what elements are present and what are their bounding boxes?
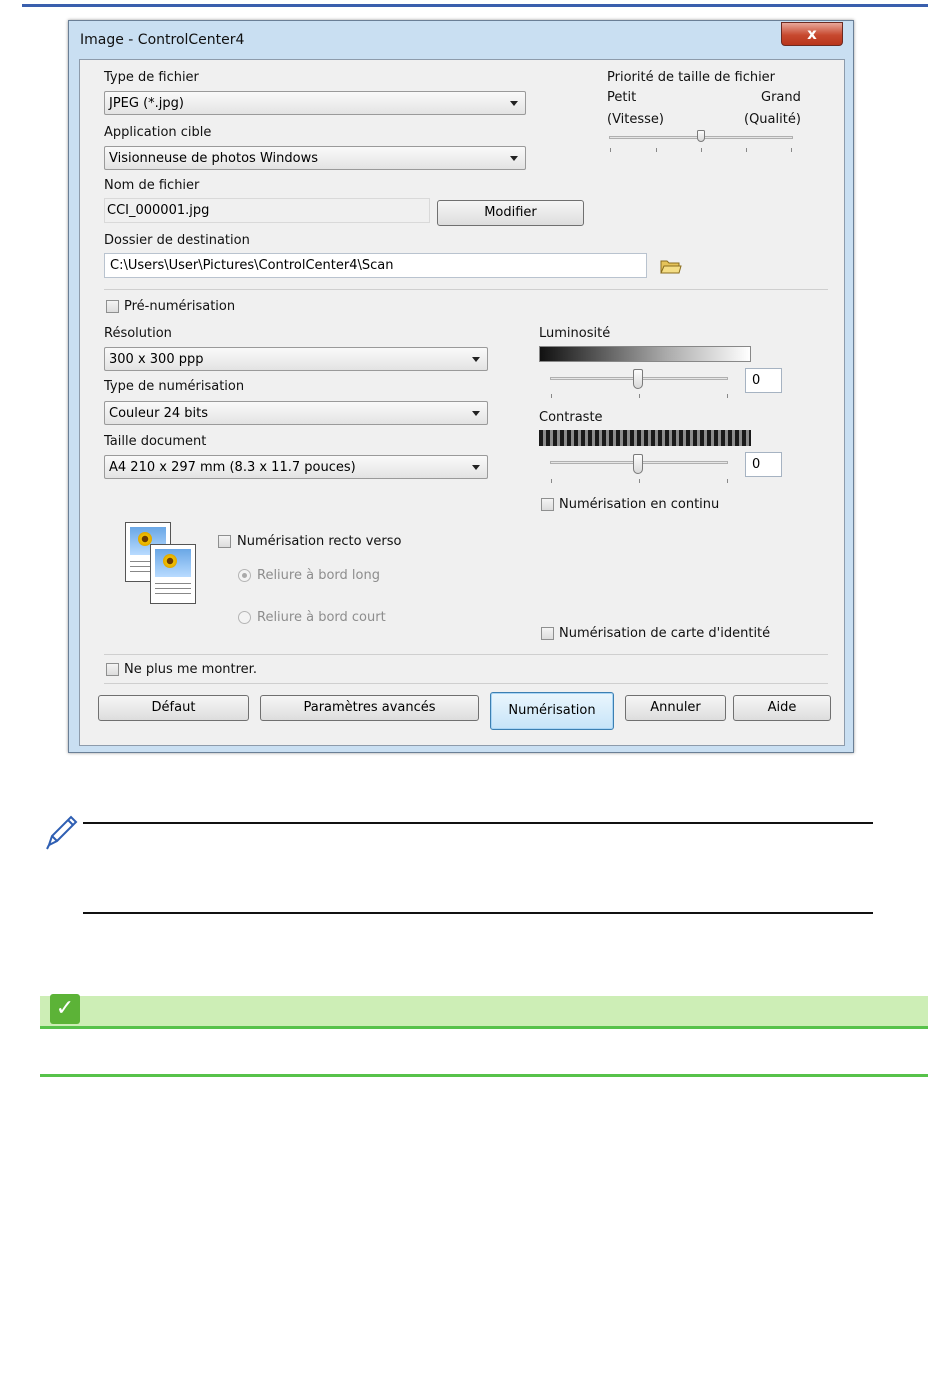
size-priority-label: Priorité de taille de fichier bbox=[607, 70, 776, 85]
target-app-select[interactable]: Visionneuse de photos Windows bbox=[104, 146, 526, 170]
file-type-select[interactable]: JPEG (*.jpg) bbox=[104, 91, 526, 115]
resolution-select[interactable]: 300 x 300 ppp bbox=[104, 347, 488, 371]
separator bbox=[104, 289, 828, 290]
document-size-label: Taille document bbox=[104, 434, 207, 449]
size-quality-label: (Qualité) bbox=[744, 112, 801, 127]
checkmark-icon: ✓ bbox=[50, 994, 80, 1024]
cancel-button[interactable]: Annuler bbox=[625, 695, 726, 721]
brightness-slider[interactable] bbox=[633, 369, 643, 389]
scan-type-select[interactable]: Couleur 24 bits bbox=[104, 401, 488, 425]
long-edge-radio[interactable] bbox=[238, 569, 251, 582]
prescan-checkbox[interactable] bbox=[106, 300, 119, 313]
contrast-pattern bbox=[539, 430, 751, 446]
chevron-down-icon bbox=[510, 101, 518, 106]
top-rule bbox=[22, 4, 928, 7]
dont-show-label: Ne plus me montrer. bbox=[124, 662, 257, 677]
default-button[interactable]: Défaut bbox=[98, 695, 249, 721]
file-name-value: CCI_000001.jpg bbox=[107, 203, 210, 218]
short-edge-label: Reliure à bord court bbox=[257, 610, 386, 625]
long-edge-label: Reliure à bord long bbox=[257, 568, 380, 583]
tick bbox=[701, 148, 702, 152]
contrast-value: 0 bbox=[752, 457, 761, 472]
brightness-label: Luminosité bbox=[539, 326, 611, 341]
contrast-label: Contraste bbox=[539, 410, 603, 425]
tick bbox=[551, 394, 552, 398]
chevron-down-icon bbox=[472, 357, 480, 362]
brightness-gradient bbox=[539, 346, 751, 362]
continuous-scan-label: Numérisation en continu bbox=[559, 497, 720, 512]
green-rule bbox=[40, 1026, 928, 1029]
help-button[interactable]: Aide bbox=[733, 695, 831, 721]
brightness-value-field[interactable]: 0 bbox=[745, 368, 782, 393]
short-edge-radio[interactable] bbox=[238, 611, 251, 624]
destination-label: Dossier de destination bbox=[104, 233, 250, 248]
dialog-title: Image - ControlCenter4 bbox=[80, 32, 245, 48]
document-size-value: A4 210 x 297 mm (8.3 x 11.7 pouces) bbox=[109, 460, 356, 475]
file-name-field: CCI_000001.jpg bbox=[104, 198, 430, 223]
resolution-label: Résolution bbox=[104, 326, 172, 341]
size-speed-label: (Vitesse) bbox=[607, 112, 665, 127]
tick bbox=[639, 479, 640, 483]
tick bbox=[656, 148, 657, 152]
target-app-value: Visionneuse de photos Windows bbox=[109, 151, 318, 166]
scan-button[interactable]: Numérisation bbox=[490, 692, 614, 730]
target-app-label: Application cible bbox=[104, 125, 212, 140]
size-small-label: Petit bbox=[607, 90, 637, 105]
separator bbox=[104, 683, 828, 684]
modify-button[interactable]: Modifier bbox=[437, 200, 584, 226]
id-card-checkbox[interactable] bbox=[541, 627, 554, 640]
chevron-down-icon bbox=[510, 156, 518, 161]
brightness-value: 0 bbox=[752, 373, 761, 388]
contrast-value-field[interactable]: 0 bbox=[745, 452, 782, 477]
dont-show-checkbox[interactable] bbox=[106, 663, 119, 676]
note-top-rule bbox=[83, 822, 873, 824]
file-name-label: Nom de fichier bbox=[104, 178, 200, 193]
document-size-select[interactable]: A4 210 x 297 mm (8.3 x 11.7 pouces) bbox=[104, 455, 488, 479]
size-large-label: Grand bbox=[761, 90, 801, 105]
scan-type-value: Couleur 24 bits bbox=[109, 406, 209, 421]
size-priority-slider[interactable] bbox=[697, 130, 705, 142]
tick bbox=[791, 148, 792, 152]
duplex-document-icon bbox=[150, 544, 196, 604]
destination-value: C:\Users\User\Pictures\ControlCenter4\Sc… bbox=[110, 258, 394, 273]
close-button[interactable]: x bbox=[781, 22, 843, 46]
resolution-value: 300 x 300 ppp bbox=[109, 352, 204, 367]
continuous-scan-checkbox[interactable] bbox=[541, 498, 554, 511]
contrast-slider[interactable] bbox=[633, 454, 643, 474]
tick bbox=[746, 148, 747, 152]
tick bbox=[610, 148, 611, 152]
file-type-label: Type de fichier bbox=[104, 70, 199, 85]
dialog-client: Type de fichier JPEG (*.jpg) Application… bbox=[79, 59, 845, 746]
related-info-bar bbox=[40, 996, 928, 1026]
advanced-settings-button[interactable]: Paramètres avancés bbox=[260, 695, 479, 721]
id-card-label: Numérisation de carte d'identité bbox=[559, 626, 771, 641]
file-type-value: JPEG (*.jpg) bbox=[109, 96, 184, 111]
prescan-label: Pré-numérisation bbox=[124, 299, 236, 314]
dialog-window: Image - ControlCenter4 x Type de fichier… bbox=[68, 20, 854, 753]
pencil-icon bbox=[44, 814, 78, 854]
separator bbox=[104, 654, 828, 655]
scan-type-label: Type de numérisation bbox=[104, 379, 245, 394]
tick bbox=[639, 394, 640, 398]
tick bbox=[727, 394, 728, 398]
duplex-checkbox[interactable] bbox=[218, 535, 231, 548]
note-bottom-rule bbox=[83, 912, 873, 914]
green-rule bbox=[40, 1074, 928, 1077]
folder-icon[interactable] bbox=[660, 257, 682, 279]
chevron-down-icon bbox=[472, 465, 480, 470]
tick bbox=[727, 479, 728, 483]
tick bbox=[551, 479, 552, 483]
chevron-down-icon bbox=[472, 411, 480, 416]
destination-field[interactable]: C:\Users\User\Pictures\ControlCenter4\Sc… bbox=[104, 253, 647, 278]
duplex-label: Numérisation recto verso bbox=[237, 534, 402, 549]
